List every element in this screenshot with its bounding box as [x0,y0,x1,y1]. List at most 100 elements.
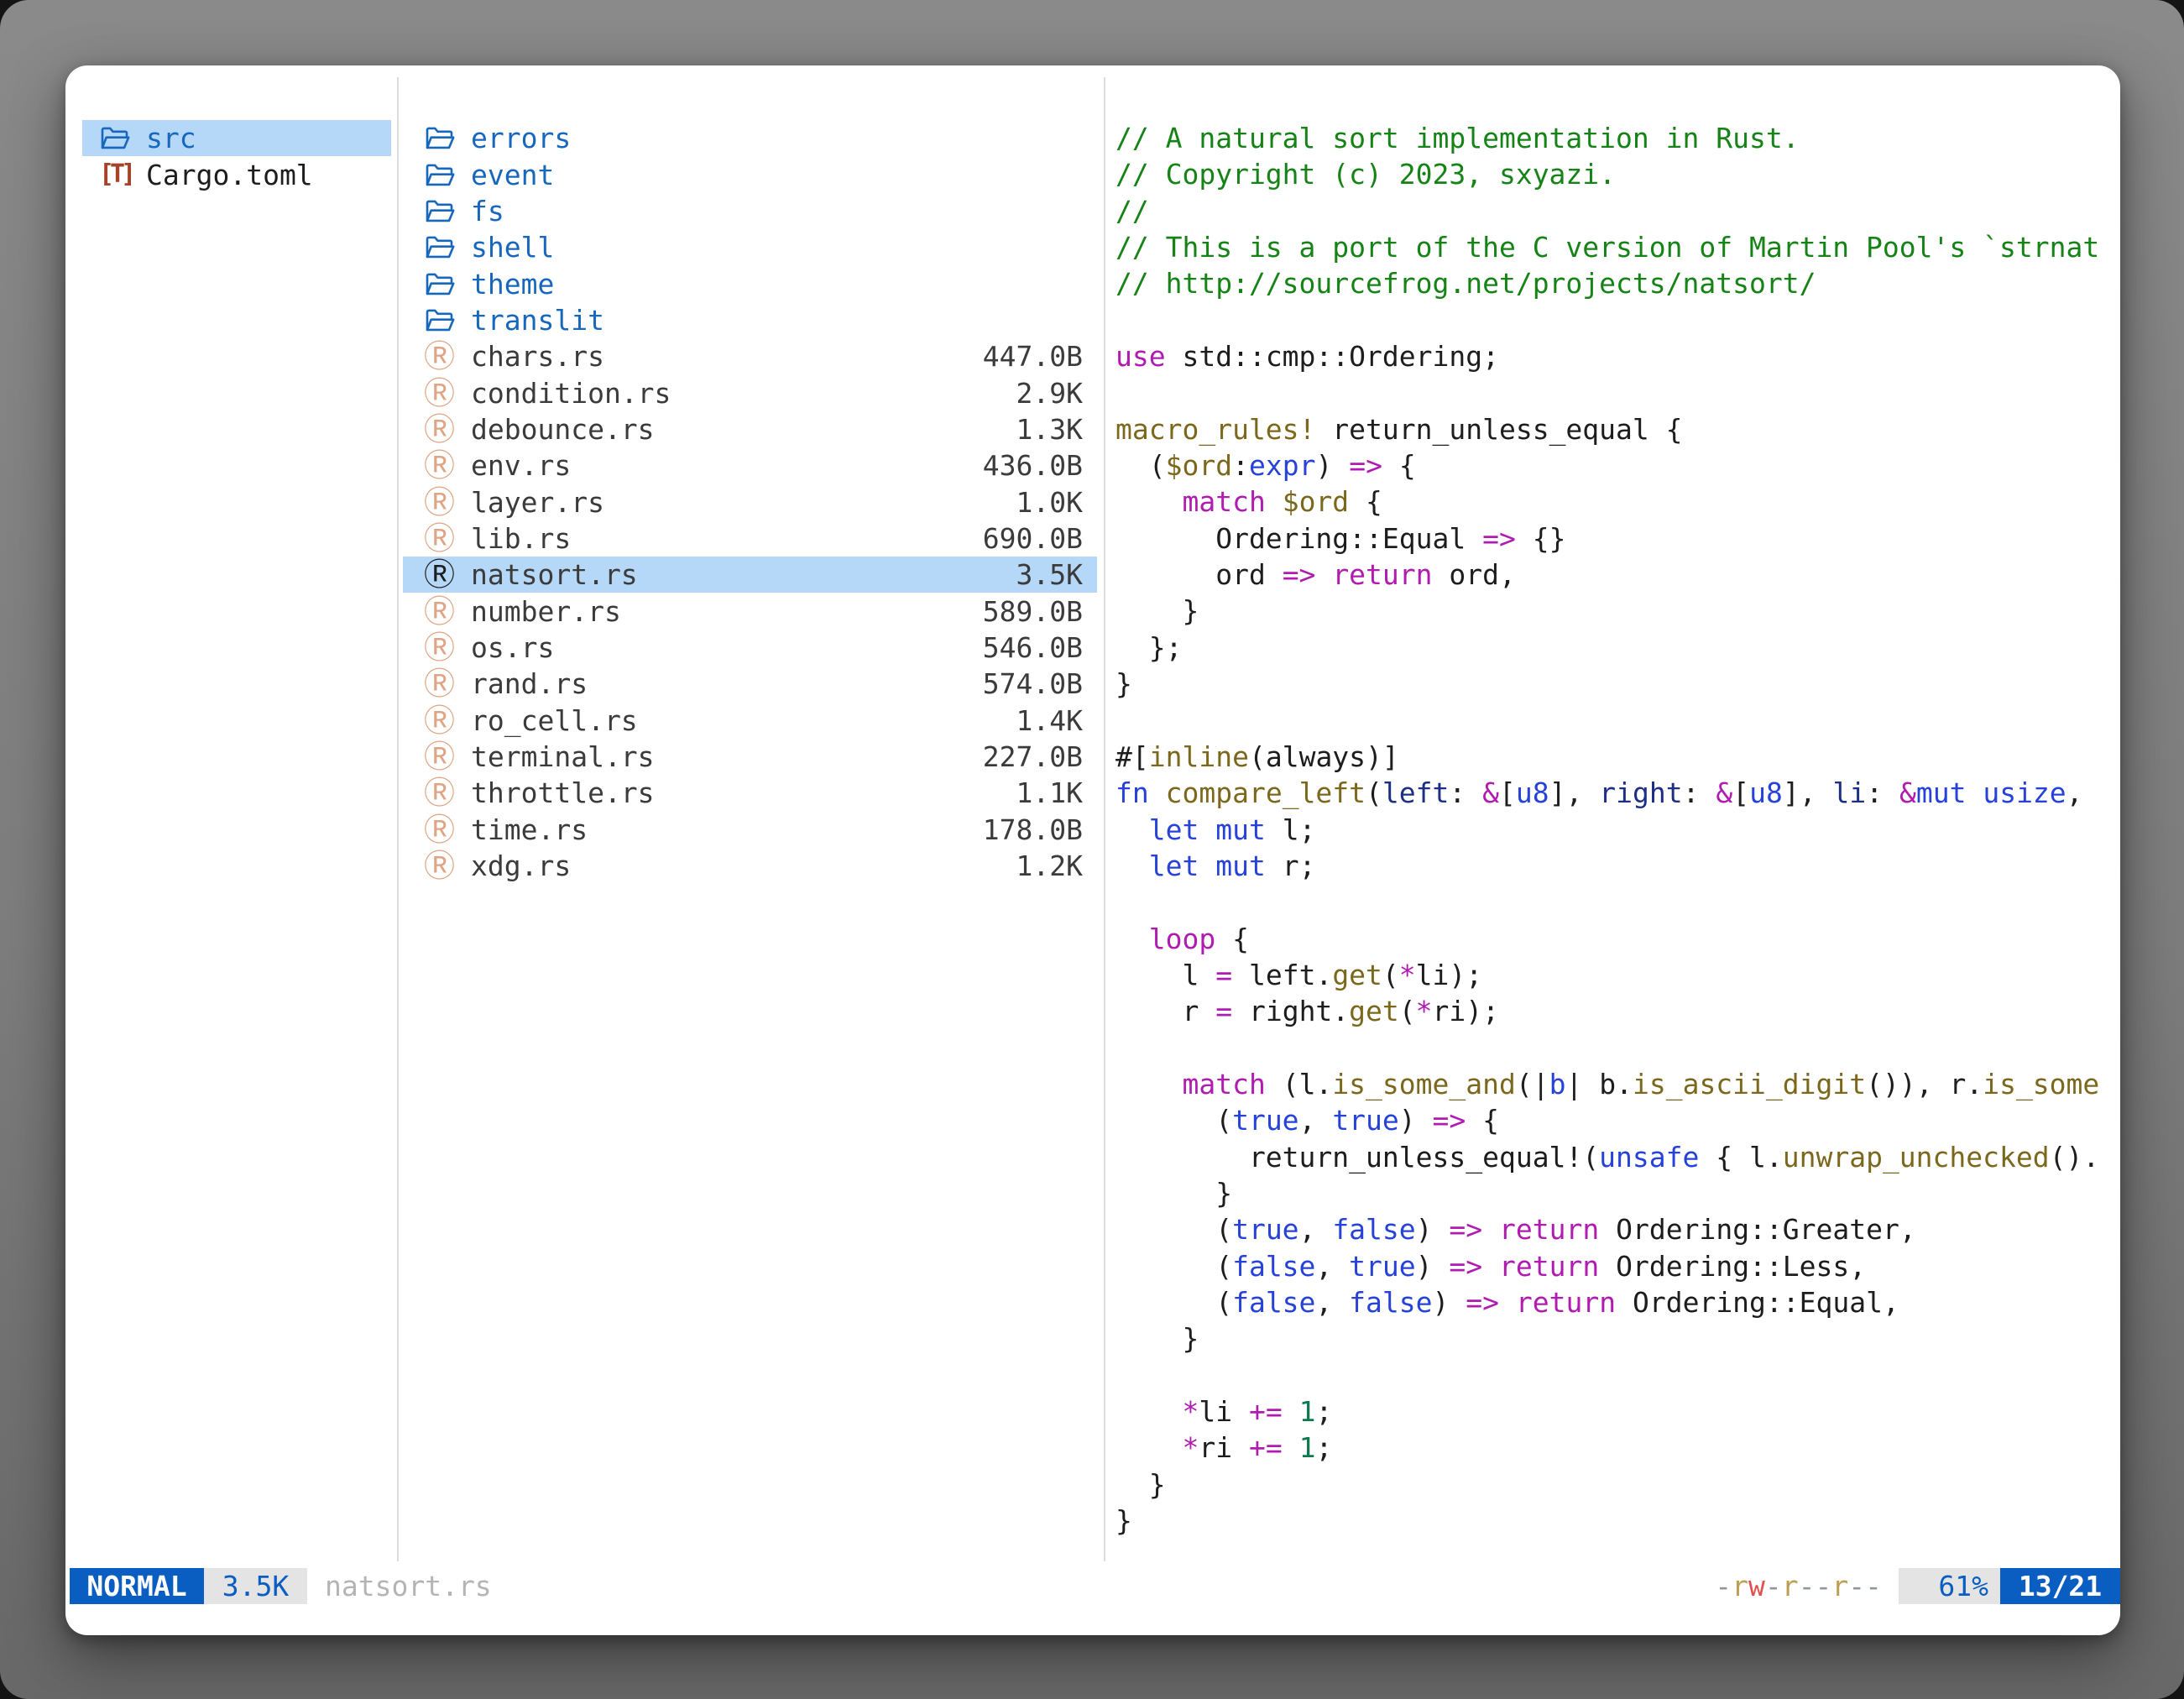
rust-icon: Ⓡ [424,814,461,845]
code-line: l = left.get(*li); [1116,957,2120,993]
item-size: 227.0B [983,740,1083,773]
item-size: 3.5K [1016,558,1083,591]
code-line: } [1116,1466,2120,1503]
rust-icon: Ⓡ [424,487,461,518]
current-directory-pane: errors event fs shell theme translit Ⓡ c… [403,120,1097,884]
code-line: macro_rules! return_unless_equal { [1116,411,2120,447]
item-size: 546.0B [983,631,1083,664]
code-line: // [1116,193,2120,229]
rust-icon: Ⓡ [424,741,461,772]
code-line: // Copyright (c) 2023, sxyazi. [1116,156,2120,192]
code-line: return_unless_equal!(unsafe { l.unwrap_u… [1116,1139,2120,1175]
code-line: ($ord:expr) => { [1116,447,2120,484]
folder-open-icon [424,196,461,227]
code-line: // A natural sort implementation in Rust… [1116,120,2120,156]
file-preview-pane[interactable]: // A natural sort implementation in Rust… [1116,120,2120,1551]
status-file-name: natsort.rs [325,1568,492,1604]
item-size: 1.2K [1016,850,1083,882]
file-row-throttle-rs[interactable]: Ⓡ throttle.rs 1.1K [403,775,1097,811]
item-name: shell [471,231,554,264]
pane-divider-right [1104,77,1105,1561]
code-line: (false, true) => return Ordering::Less, [1116,1248,2120,1284]
item-name: lib.rs [471,522,571,555]
code-line: *ri += 1; [1116,1430,2120,1466]
code-line [1116,703,2120,739]
item-name: errors [471,122,571,154]
item-size: 589.0B [983,595,1083,628]
folder-open-icon [424,159,461,191]
item-name: rand.rs [471,667,588,700]
pane-divider-left [397,77,399,1561]
item-name: src [146,122,196,154]
file-row-debounce-rs[interactable]: Ⓡ debounce.rs 1.3K [403,411,1097,447]
item-name: fs [471,195,504,227]
code-line: use std::cmp::Ordering; [1116,338,2120,374]
status-file-size: 3.5K [204,1568,307,1604]
item-name: translit [471,304,604,337]
item-size: 1.3K [1016,413,1083,446]
item-name: env.rs [471,449,571,482]
item-size: 1.0K [1016,486,1083,519]
code-line: }; [1116,630,2120,666]
file-row-condition-rs[interactable]: Ⓡ condition.rs 2.9K [403,374,1097,410]
item-name: event [471,159,554,191]
rust-icon: Ⓡ [424,850,461,881]
code-line [1116,1030,2120,1066]
file-row-lib-rs[interactable]: Ⓡ lib.rs 690.0B [403,520,1097,557]
item-size: 178.0B [983,813,1083,846]
file-row-ro-cell-rs[interactable]: Ⓡ ro_cell.rs 1.4K [403,703,1097,739]
folder-row-errors[interactable]: errors [403,120,1097,156]
item-size: 436.0B [983,449,1083,482]
folder-row-translit[interactable]: translit [403,302,1097,338]
code-line: loop { [1116,921,2120,957]
code-line: (true, true) => { [1116,1102,2120,1138]
file-row-rand-rs[interactable]: Ⓡ rand.rs 574.0B [403,666,1097,702]
code-line: } [1116,1320,2120,1357]
file-row-terminal-rs[interactable]: Ⓡ terminal.rs 227.0B [403,739,1097,775]
item-name: chars.rs [471,340,604,373]
rust-icon: Ⓡ [424,596,461,627]
file-row-layer-rs[interactable]: Ⓡ layer.rs 1.0K [403,484,1097,520]
parent-item-src[interactable]: src [82,120,391,156]
code-line: Ordering::Equal => {} [1116,520,2120,557]
rust-icon: Ⓡ [424,414,461,445]
code-line [1116,884,2120,920]
code-line: match (l.is_some_and(|b| b.is_ascii_digi… [1116,1066,2120,1102]
file-permissions: -rw-r--r-- [1715,1568,1882,1604]
code-line: r = right.get(*ri); [1116,993,2120,1029]
item-name: number.rs [471,595,621,628]
item-name: ro_cell.rs [471,704,638,737]
file-row-number-rs[interactable]: Ⓡ number.rs 589.0B [403,593,1097,629]
folder-row-shell[interactable]: shell [403,229,1097,265]
scroll-percent: 61% [1899,1568,2000,1604]
item-size: 447.0B [983,340,1083,373]
folder-row-fs[interactable]: fs [403,193,1097,229]
parent-directory-pane: src [T] Cargo.toml [82,120,391,193]
code-line [1116,302,2120,338]
folder-row-event[interactable]: event [403,156,1097,192]
parent-item-cargo-toml[interactable]: [T] Cargo.toml [82,156,391,192]
file-row-time-rs[interactable]: Ⓡ time.rs 178.0B [403,812,1097,848]
item-size: 1.1K [1016,776,1083,809]
code-line [1116,374,2120,410]
file-row-env-rs[interactable]: Ⓡ env.rs 436.0B [403,447,1097,484]
folder-row-theme[interactable]: theme [403,265,1097,301]
code-line: let mut r; [1116,848,2120,884]
code-line: // This is a port of the C version of Ma… [1116,229,2120,265]
item-name: Cargo.toml [146,159,313,191]
rust-icon: Ⓡ [424,523,461,554]
item-size: 2.9K [1016,377,1083,410]
mode-badge: NORMAL [70,1568,204,1604]
item-size: 1.4K [1016,704,1083,737]
item-name: throttle.rs [471,776,655,809]
file-row-os-rs[interactable]: Ⓡ os.rs 546.0B [403,630,1097,666]
cursor-position-badge: 13/21 [2000,1568,2120,1604]
item-name: terminal.rs [471,740,655,773]
file-row-natsort-rs[interactable]: Ⓡ natsort.rs 3.5K [403,557,1097,593]
item-name: natsort.rs [471,558,638,591]
yazi-file-manager-window: src [T] Cargo.toml errors event fs shell… [65,65,2120,1635]
code-line: } [1116,593,2120,629]
file-row-chars-rs[interactable]: Ⓡ chars.rs 447.0B [403,338,1097,374]
file-row-xdg-rs[interactable]: Ⓡ xdg.rs 1.2K [403,848,1097,884]
rust-icon: Ⓡ [424,559,461,590]
